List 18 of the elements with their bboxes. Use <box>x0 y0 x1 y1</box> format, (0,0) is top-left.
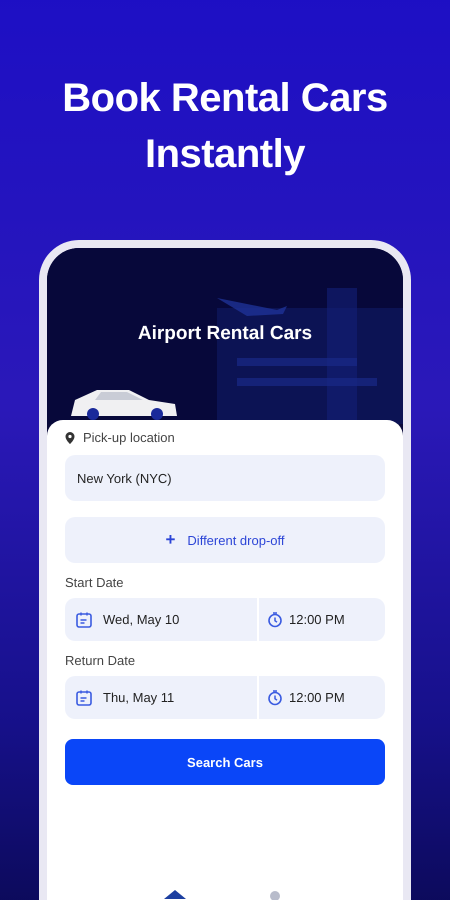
field-label: Start Date <box>65 575 125 590</box>
date-field[interactable]: Wed, May 10 <box>65 598 257 641</box>
time-field[interactable]: 12:00 PM <box>259 598 385 641</box>
calendar-icon <box>75 610 93 628</box>
different-drop-off-button[interactable]: + Different drop-off <box>65 517 385 563</box>
location-pin-icon <box>65 432 75 444</box>
hero-title: Airport Rental Cars <box>138 323 312 345</box>
time-field[interactable]: 12:00 PM <box>259 676 385 719</box>
search-cars-button[interactable]: Search Cars <box>65 739 385 785</box>
field-label: Pick-up location <box>83 430 175 445</box>
field-label: Return Date <box>65 653 136 668</box>
calendar-icon <box>75 688 93 706</box>
clock-icon <box>267 612 283 628</box>
clock-icon <box>267 690 283 706</box>
headline: Book Rental Cars Instantly <box>61 75 389 178</box>
date-field[interactable]: Thu, May 11 <box>65 676 257 719</box>
home-tab[interactable] <box>164 890 186 900</box>
pickup-location-field[interactable]: New York (NYC) <box>65 455 385 501</box>
